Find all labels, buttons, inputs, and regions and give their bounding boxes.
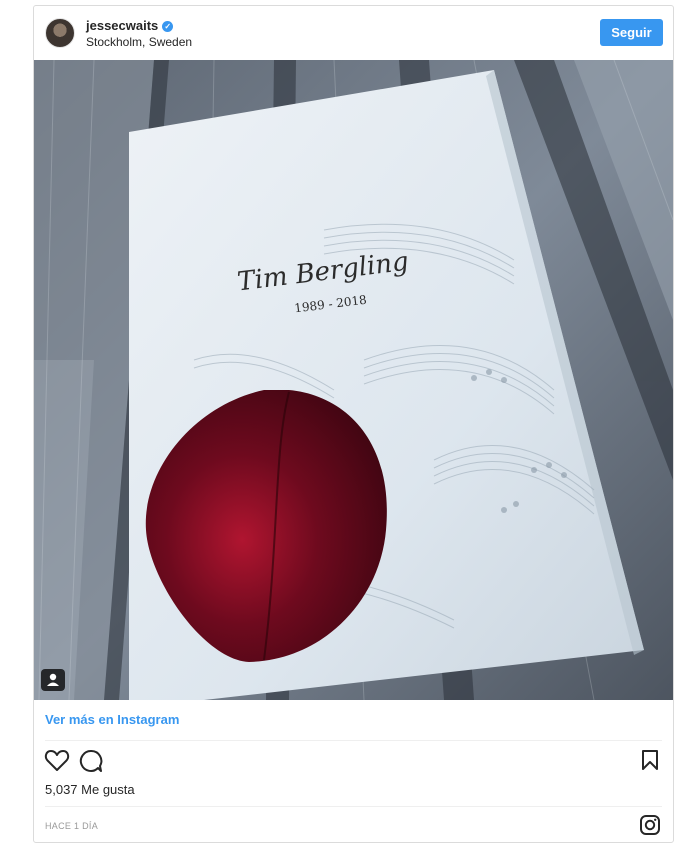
post-header: jessecwaits ✓ Stockholm, Sweden Seguir xyxy=(34,6,673,60)
divider xyxy=(45,740,662,741)
post-photo[interactable]: Tim Bergling 1989 - 2018 xyxy=(34,60,673,700)
photo-illustration: Tim Bergling 1989 - 2018 xyxy=(34,60,673,700)
follow-button[interactable]: Seguir xyxy=(600,19,663,46)
location-link[interactable]: Stockholm, Sweden xyxy=(86,35,192,49)
instagram-embed-card: jessecwaits ✓ Stockholm, Sweden Seguir T… xyxy=(33,5,674,843)
verified-badge-icon: ✓ xyxy=(162,21,174,32)
view-more-link[interactable]: Ver más en Instagram xyxy=(45,712,179,727)
username-link[interactable]: jessecwaits ✓ xyxy=(86,18,174,33)
like-count[interactable]: 5,037 Me gusta xyxy=(45,782,135,797)
comment-icon[interactable] xyxy=(79,749,103,778)
bookmark-icon[interactable] xyxy=(641,749,659,776)
divider xyxy=(45,806,662,807)
action-bar xyxy=(34,747,673,777)
avatar[interactable] xyxy=(45,18,75,48)
username-text: jessecwaits xyxy=(86,18,159,33)
user-tag-icon[interactable] xyxy=(41,669,65,691)
instagram-logo-icon[interactable] xyxy=(639,814,661,841)
post-timestamp: HACE 1 DÍA xyxy=(45,821,99,831)
heart-icon[interactable] xyxy=(44,749,70,778)
